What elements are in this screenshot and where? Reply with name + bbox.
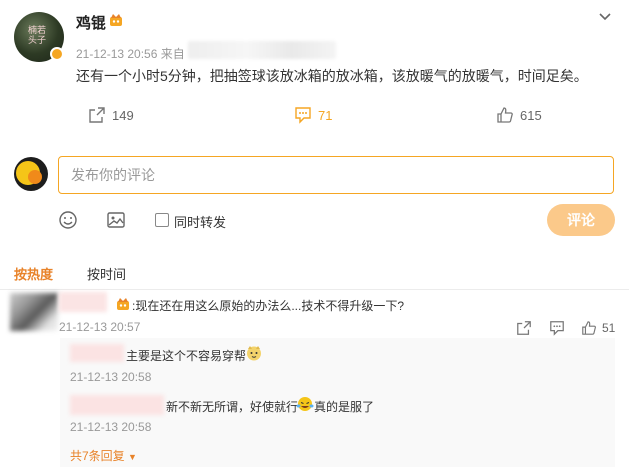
forward-button[interactable]: 149 [88, 106, 134, 124]
repost-checkbox[interactable] [155, 213, 169, 227]
like-count: 615 [520, 107, 542, 123]
post-time[interactable]: 21-12-13 20:56 [76, 47, 157, 61]
reply-author-blurred[interactable] [70, 344, 124, 362]
submit-comment-button[interactable]: 评论 [547, 204, 615, 236]
reply-author-blurred[interactable] [70, 395, 164, 415]
commenter-name-blurred[interactable] [59, 292, 107, 312]
commenter-avatar-blurred[interactable] [10, 293, 58, 331]
repost-label[interactable]: 同时转发 [174, 212, 226, 231]
divider [0, 289, 629, 290]
emoji-icon[interactable] [58, 210, 78, 230]
verified-badge-icon [50, 47, 64, 61]
current-user-avatar[interactable] [14, 157, 48, 191]
reply-text: 新不新无所谓，好使就行 [166, 400, 299, 414]
comment-text: :现在还在用这么原始的办法么...技术不得升级一下? [132, 299, 405, 313]
reply-time: 21-12-13 20:58 [70, 370, 152, 384]
forward-icon [89, 107, 105, 123]
reply-time: 21-12-13 20:58 [70, 420, 152, 434]
tab-sort-hot[interactable]: 按热度 [14, 264, 53, 283]
reply-text-continued: 真的是服了 [314, 400, 375, 414]
post-text: 还有一个小时5分钟，把抽签球该放冰箱的放冰箱，该放暖气的放暖气，时间足矣。 [76, 68, 588, 84]
image-icon[interactable] [106, 210, 126, 230]
post-source-prefix: 来自 [160, 47, 185, 61]
chevron-down-icon[interactable] [598, 10, 612, 24]
reply-text: 主要是这个不容易穿帮 [126, 349, 247, 363]
crown-badge-icon [117, 298, 129, 310]
forward-count: 149 [112, 107, 134, 123]
comment-like-button[interactable]: 51 [581, 320, 615, 336]
avatar-artwork: 楠若 头子 [28, 26, 47, 46]
more-replies-label: 共7条回复 [70, 449, 125, 463]
like-button[interactable]: 615 [496, 106, 542, 124]
reply-icon[interactable] [549, 320, 565, 336]
comment-input[interactable] [58, 156, 614, 194]
crown-badge-icon [110, 14, 122, 26]
comment-icon [295, 107, 311, 124]
thumbs-up-icon [497, 107, 513, 123]
post-meta: 21-12-13 20:56 来自 [76, 45, 185, 62]
doge-emoji-icon [247, 346, 261, 361]
comment-like-count: 51 [602, 321, 616, 335]
thumbs-up-icon [582, 321, 596, 335]
comment-button[interactable]: 71 [294, 106, 332, 124]
comment-count: 71 [318, 107, 333, 123]
laughing-crying-emoji-icon [296, 397, 314, 411]
author-name[interactable]: 鸡锟 [76, 12, 106, 33]
more-replies-link[interactable]: 共7条回复 ▼ [70, 447, 137, 464]
tab-sort-time[interactable]: 按时间 [87, 264, 126, 283]
share-icon[interactable] [516, 320, 532, 336]
post-source-blurred [188, 41, 336, 59]
comment-time: 21-12-13 20:57 [59, 320, 141, 334]
caret-down-icon: ▼ [128, 452, 137, 462]
